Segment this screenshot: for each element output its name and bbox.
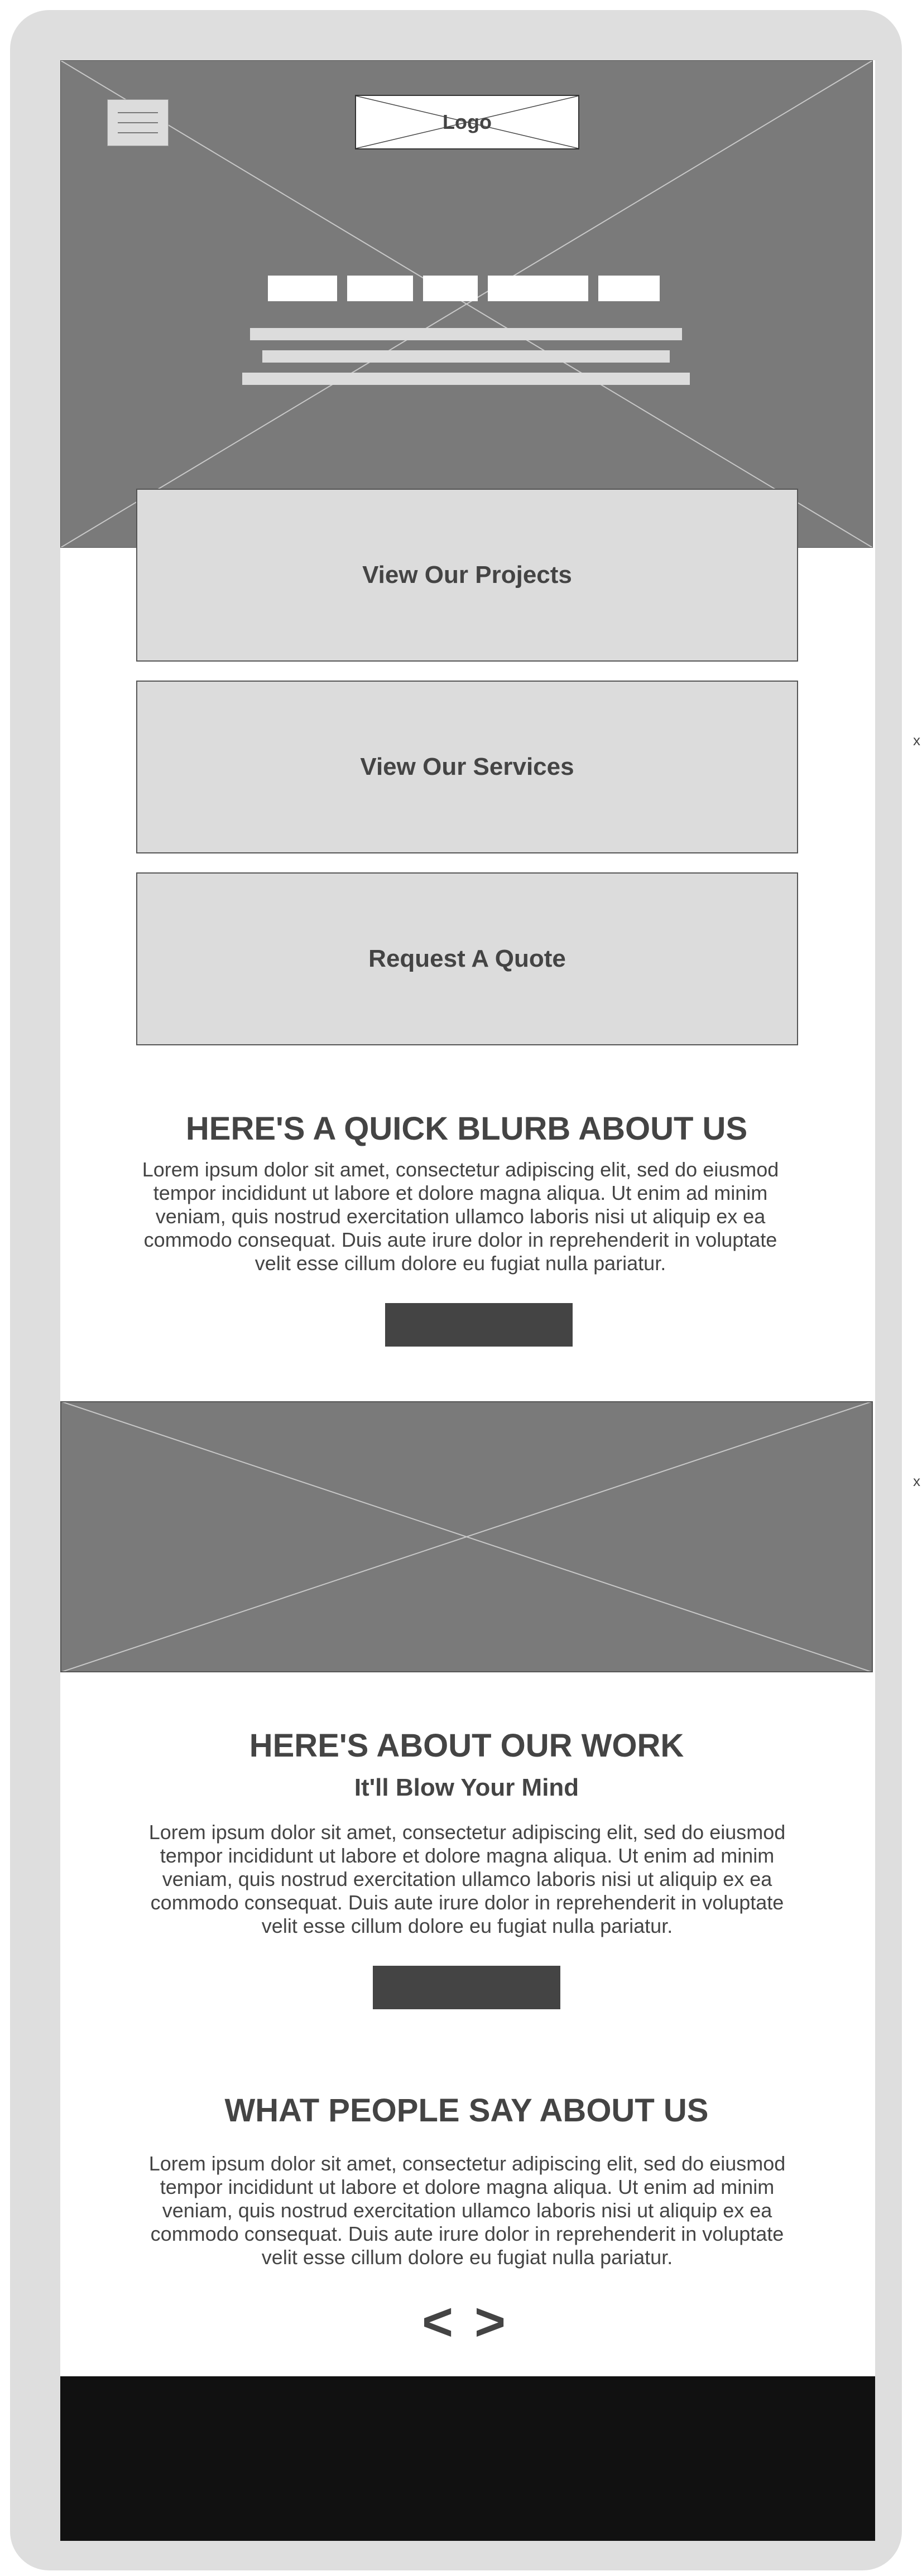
logo[interactable]: Logo	[355, 95, 579, 149]
testimonials-heading: WHAT PEOPLE SAY ABOUT US	[224, 2092, 709, 2129]
nav-item-placeholder[interactable]	[268, 276, 337, 301]
hero-text-line-placeholder	[250, 328, 682, 340]
nav-item-placeholder[interactable]	[488, 276, 588, 301]
view-projects-card[interactable]: View Our Projects	[136, 489, 798, 662]
work-heading: HERE'S ABOUT OUR WORK	[249, 1728, 684, 1764]
work-subheading: It'll Blow Your Mind	[354, 1774, 579, 1801]
previous-arrow-icon[interactable]: <	[414, 2292, 467, 2353]
about-paragraph: Lorem ipsum dolor sit amet, consectetur …	[142, 1158, 779, 1275]
nav-item-placeholder[interactable]	[423, 276, 478, 301]
side-marker: x	[913, 1473, 920, 1489]
hamburger-menu-icon[interactable]	[107, 99, 169, 146]
page-screen: Logo View Our Projects View Our Services…	[60, 60, 875, 2541]
device-frame: Logo View Our Projects View Our Services…	[10, 10, 902, 2570]
hero-text-line-placeholder	[242, 373, 690, 385]
footer	[60, 2376, 875, 2541]
nav-item-placeholder[interactable]	[598, 276, 660, 301]
nav-item-placeholder[interactable]	[347, 276, 413, 301]
logo-text: Logo	[443, 110, 492, 133]
next-arrow-icon[interactable]: >	[467, 2292, 519, 2353]
banner-placeholder-cross	[60, 1401, 873, 1672]
hero-text-line-placeholder	[262, 350, 670, 363]
side-marker: x	[913, 732, 920, 749]
about-heading: HERE'S A QUICK BLURB ABOUT US	[185, 1111, 748, 1147]
about-learn-more-button[interactable]	[385, 1303, 573, 1347]
hero-image-placeholder: Logo	[60, 60, 873, 548]
banner-image-placeholder	[60, 1401, 873, 1672]
testimonials-paragraph: Lorem ipsum dolor sit amet, consectetur …	[148, 2152, 786, 2269]
testimonial-carousel-controls: < >	[60, 2292, 873, 2353]
request-quote-card[interactable]: Request A Quote	[136, 872, 798, 1045]
work-view-more-button[interactable]	[373, 1966, 560, 2009]
work-paragraph: Lorem ipsum dolor sit amet, consectetur …	[148, 1821, 786, 1937]
view-services-card[interactable]: View Our Services	[136, 681, 798, 853]
